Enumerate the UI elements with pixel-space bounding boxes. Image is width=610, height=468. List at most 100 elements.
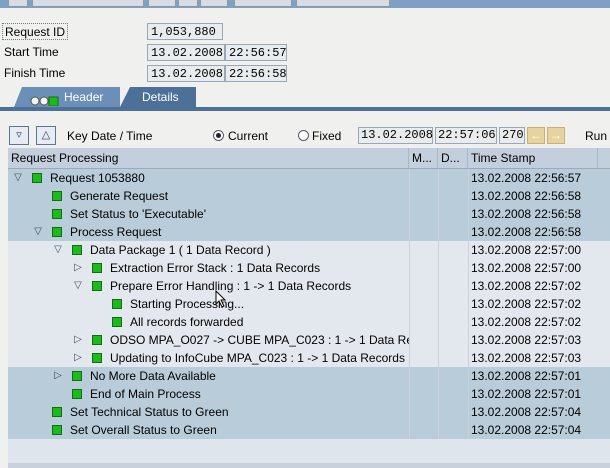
expand-node-icon[interactable]: ▷ [72,352,84,364]
column-divider [468,187,469,205]
current-radio[interactable] [213,130,224,141]
tree-cell: All records forwarded [8,313,409,331]
toolbar-button[interactable] [148,0,176,7]
table-row[interactable]: ▷ ODSO MPA_O027 -> CUBE MPA_C023 : 1 -> 1… [8,331,610,349]
table-row[interactable]: ▷ Updating to InfoCube MPA_C023 : 1 -> 1 … [8,349,610,367]
table-row[interactable]: ▽ Request 1053880 13.02.2008 22:56:57 [8,169,610,187]
tab-header-label: Header [64,90,104,104]
time-stamp-cell: 13.02.2008 22:56:58 [471,189,582,203]
column-divider [438,403,439,421]
expand-node-icon[interactable]: ▷ [72,334,84,346]
run-button[interactable]: Run [585,129,607,143]
finish-date-field[interactable]: 13.02.2008 [147,65,225,82]
column-divider [409,259,410,277]
fixed-label: Fixed [312,129,342,143]
green-status-icon [52,407,62,417]
collapse-all-icon: △ [41,129,51,141]
collapse-node-icon[interactable]: ▽ [72,280,84,292]
column-header-time-stamp[interactable]: Time Stamp [468,148,598,168]
tab-details[interactable]: Details [120,87,196,107]
row-label: No More Data Available [90,369,216,383]
table-row[interactable]: ▷ No More Data Available 13.02.2008 22:57:… [8,367,610,385]
column-divider [468,367,469,385]
key-date-label: Key Date / Time [67,129,153,143]
collapse-node-icon[interactable]: ▽ [32,226,44,238]
next-button[interactable]: → [547,127,565,144]
horizontal-scrollbar[interactable] [8,463,610,468]
status-lights-icon [30,92,60,107]
expand-node-icon[interactable]: ▷ [72,262,84,274]
collapse-node-icon[interactable]: ▽ [12,172,24,184]
expand-node-icon[interactable]: ▷ [52,370,64,382]
column-divider [409,349,410,367]
collapse-node-icon[interactable]: ▽ [52,244,64,256]
expand-all-button[interactable]: ▿ [9,126,29,145]
row-label: Starting Processing... [130,297,245,311]
toolbar-button[interactable] [32,0,144,7]
toolbar-button[interactable] [296,0,390,7]
tree-cell: ▽ Request 1053880 [8,169,409,187]
column-divider [468,331,469,349]
toolbar-button[interactable] [234,0,292,7]
tab-header[interactable]: Header [14,87,120,107]
collapse-all-button[interactable]: △ [36,126,56,145]
start-time-field[interactable]: 22:56:57 [225,44,287,61]
request-id-label: Request ID [2,23,68,40]
column-divider [438,295,439,313]
column-divider [409,385,410,403]
column-divider [438,421,439,439]
green-status-icon [92,353,102,363]
key-time-field[interactable]: 22:57:06 [435,127,497,144]
table-row[interactable]: Starting Processing... 13.02.2008 22:57:0… [8,295,610,313]
toolbar-button[interactable] [200,0,228,7]
tree-cell: ▷ ODSO MPA_O027 -> CUBE MPA_C023 : 1 -> 1… [8,331,409,349]
column-header-request-processing[interactable]: Request Processing [8,148,409,168]
row-label: Data Package 1 ( 1 Data Record ) [90,243,271,257]
table-row[interactable]: ▽ Process Request 13.02.2008 22:56:58 [8,223,610,241]
time-stamp-cell: 13.02.2008 22:57:00 [471,243,582,257]
column-divider [438,241,439,259]
column-divider [409,403,410,421]
column-divider [438,223,439,241]
column-divider [438,259,439,277]
column-divider [468,385,469,403]
column-header-d[interactable]: D... [438,148,468,168]
column-divider [409,277,410,295]
column-divider [468,259,469,277]
row-label: Extraction Error Stack : 1 Data Records [110,261,321,275]
previous-button[interactable]: ← [527,127,545,144]
table-row[interactable]: Set Status to 'Executable' 13.02.2008 22:… [8,205,610,223]
table-row[interactable]: ▽ Data Package 1 ( 1 Data Record ) 13.02.2… [8,241,610,259]
tree-cell: Set Status to 'Executable' [8,205,409,223]
toolbar-button[interactable] [8,0,28,7]
start-date-field[interactable]: 13.02.2008 [147,44,225,61]
column-divider [468,205,469,223]
tree-cell: Generate Request [8,187,409,205]
row-label: All records forwarded [130,315,244,329]
toolbar-button[interactable] [178,0,198,7]
table-row[interactable]: ▷ Extraction Error Stack : 1 Data Records… [8,259,610,277]
request-id-field[interactable]: 1,053,880 [147,23,223,40]
table-row[interactable]: Generate Request 13.02.2008 22:56:58 [8,187,610,205]
refresh-interval-field[interactable]: 270 [499,127,525,144]
tree-cell: ▽ Process Request [8,223,409,241]
current-label: Current [228,129,269,143]
green-status-icon [72,389,82,399]
time-stamp-cell: 13.02.2008 22:56:57 [471,171,582,185]
finish-time-field[interactable]: 22:56:58 [225,65,287,82]
column-header-m[interactable]: M... [409,148,438,168]
fixed-radio[interactable] [298,130,309,141]
column-divider [438,331,439,349]
row-label: Process Request [70,225,162,239]
arrow-right-icon: → [550,128,562,142]
table-row[interactable]: ▽ Prepare Error Handling : 1 -> 1 Data Re… [8,277,610,295]
green-status-icon [52,425,62,435]
table-row[interactable]: End of Main Process 13.02.2008 22:57:01 [8,385,610,403]
table-row[interactable]: Set Technical Status to Green 13.02.2008 … [8,403,610,421]
green-status-icon [72,371,82,381]
green-status-icon [112,317,122,327]
key-date-field[interactable]: 13.02.2008 [358,127,433,144]
table-row[interactable]: All records forwarded 13.02.2008 22:57:02 [8,313,610,331]
tree-cell: ▽ Prepare Error Handling : 1 -> 1 Data Re… [8,277,409,295]
table-row[interactable]: Set Overall Status to Green 13.02.2008 22… [8,421,610,439]
